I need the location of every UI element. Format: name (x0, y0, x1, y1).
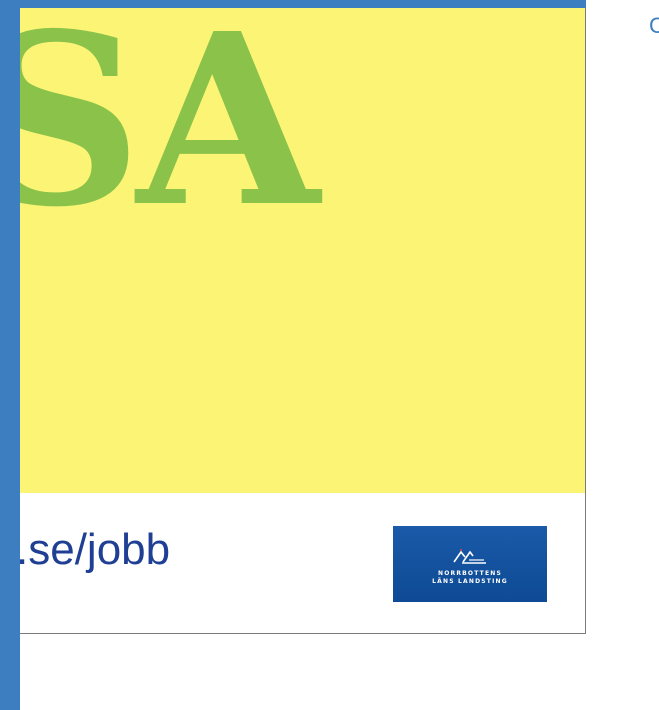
corner-text: C (649, 13, 659, 38)
page: SA .se/jobb NORRBOTTENS LÄNS LANDSTING C (0, 0, 659, 710)
logo-text-line2: LÄNS LANDSTING (432, 578, 508, 585)
norrbottens-logo[interactable]: NORRBOTTENS LÄNS LANDSTING (393, 526, 547, 602)
left-frame-bar (0, 0, 20, 710)
job-advertisement[interactable]: SA .se/jobb NORRBOTTENS LÄNS LANDSTING (20, 8, 586, 634)
norrbotten-mountain-logo-icon (453, 549, 486, 564)
ad-url-link[interactable]: .se/jobb (20, 528, 170, 572)
ad-yellow-panel: SA (20, 8, 585, 493)
top-frame-strip (0, 0, 586, 8)
ad-headline: SA (20, 8, 320, 259)
logo-text-line1: NORRBOTTENS (437, 570, 502, 577)
